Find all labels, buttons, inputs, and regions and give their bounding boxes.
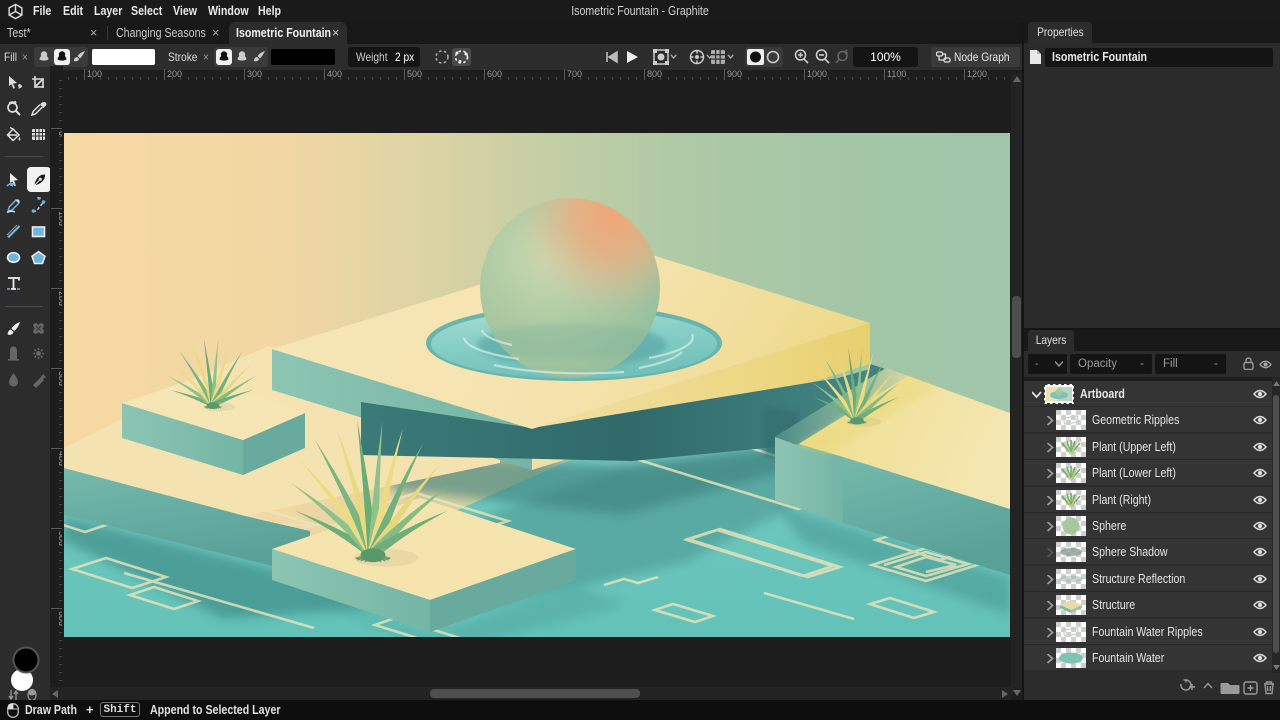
svg-text:700: 700 bbox=[567, 69, 582, 79]
svg-text:1200: 1200 bbox=[967, 69, 987, 79]
svg-text:600: 600 bbox=[487, 69, 502, 79]
svg-text:400: 400 bbox=[57, 451, 62, 466]
svg-text:800: 800 bbox=[647, 69, 662, 79]
svg-text:500: 500 bbox=[57, 531, 62, 546]
svg-text:400: 400 bbox=[327, 69, 342, 79]
svg-text:100: 100 bbox=[57, 211, 62, 226]
svg-text:500: 500 bbox=[407, 69, 422, 79]
svg-text:1000: 1000 bbox=[807, 69, 827, 79]
svg-text:600: 600 bbox=[57, 611, 62, 626]
svg-text:200: 200 bbox=[57, 291, 62, 306]
svg-text:900: 900 bbox=[727, 69, 742, 79]
svg-text:200: 200 bbox=[167, 69, 182, 79]
svg-text:1100: 1100 bbox=[887, 69, 906, 79]
svg-text:0: 0 bbox=[57, 131, 62, 136]
svg-text:100: 100 bbox=[87, 69, 102, 79]
svg-text:300: 300 bbox=[247, 69, 262, 79]
svg-text:300: 300 bbox=[57, 371, 62, 386]
